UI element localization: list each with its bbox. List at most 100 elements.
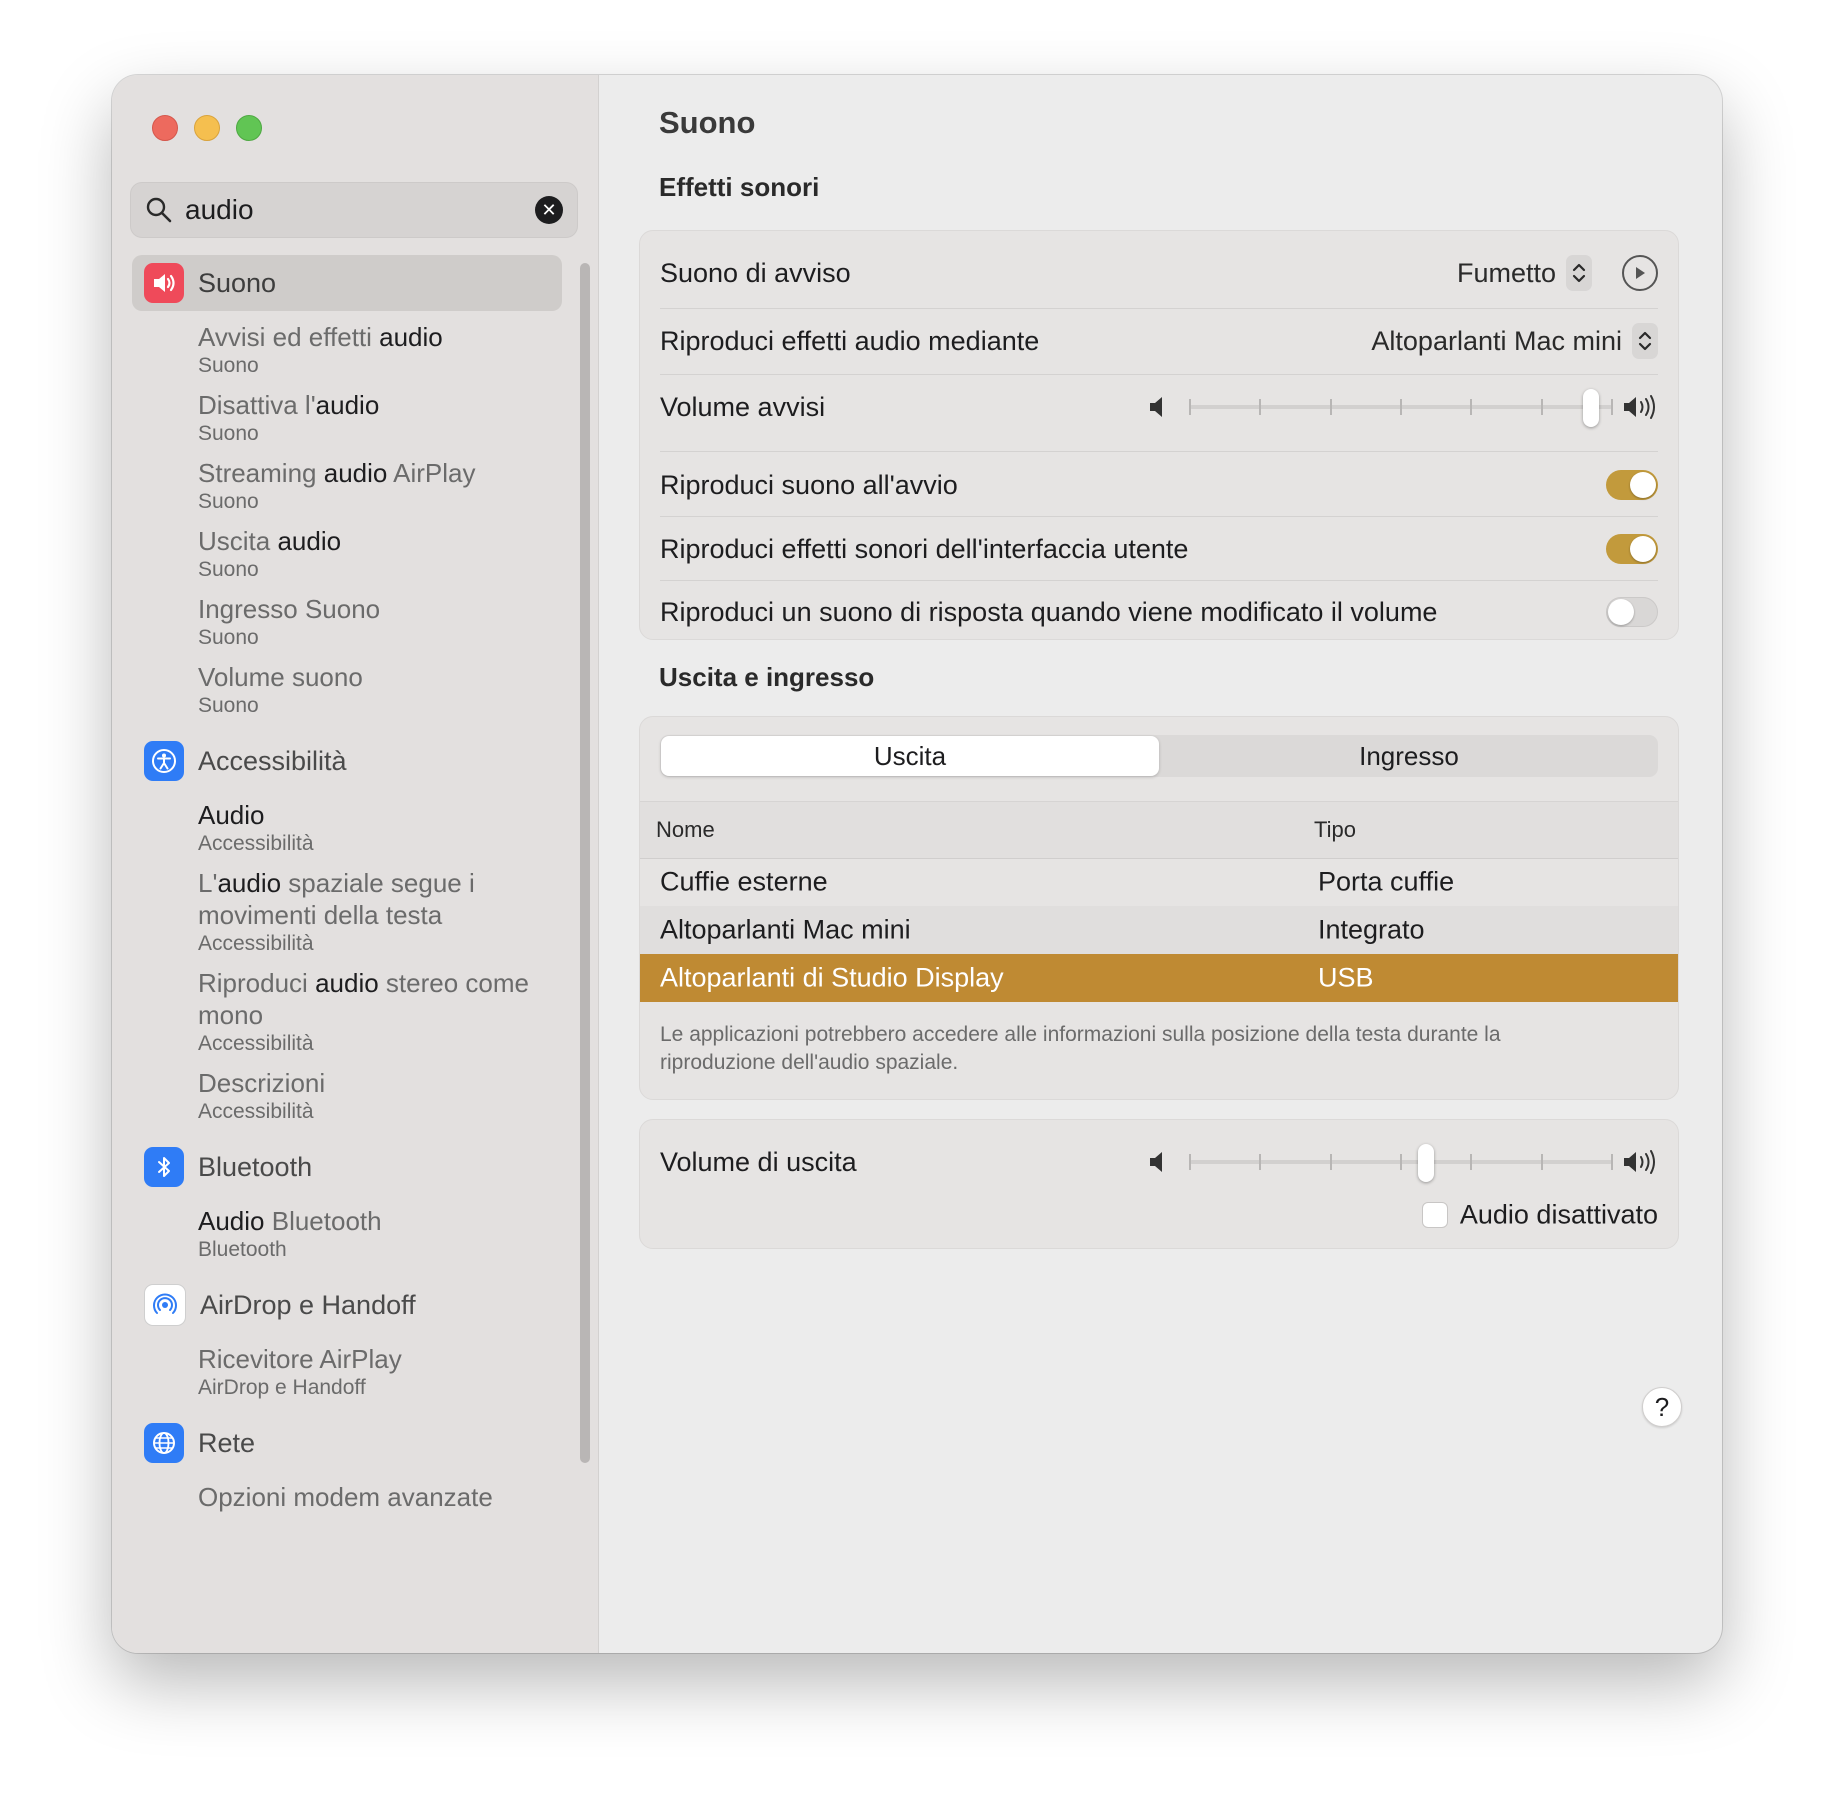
sidebar-group-label: Accessibilità bbox=[198, 745, 347, 776]
sidebar-group-airdrop-e-handoff[interactable]: AirDrop e Handoff bbox=[132, 1277, 562, 1333]
sidebar-result-item[interactable]: Descrizioni Accessibilità bbox=[132, 1067, 562, 1125]
device-name: Cuffie esterne bbox=[660, 866, 828, 897]
alert-sound-value: Fumetto bbox=[1456, 257, 1556, 288]
speaker-icon bbox=[144, 263, 184, 303]
airdrop-icon bbox=[144, 1284, 186, 1326]
sidebar-result-item[interactable]: L'audio spaziale segue i movimenti della… bbox=[132, 867, 562, 957]
startup-sound-row: Riproduci suono all'avvio bbox=[660, 463, 1658, 507]
ui-sounds-toggle[interactable] bbox=[1606, 534, 1658, 564]
divider bbox=[660, 580, 1658, 581]
sidebar-result-item[interactable]: Uscita audio Suono bbox=[132, 525, 562, 583]
bluetooth-icon bbox=[144, 1147, 184, 1187]
column-header-name[interactable]: Nome bbox=[656, 817, 715, 843]
divider bbox=[660, 451, 1658, 452]
clear-search-icon[interactable]: ✕ bbox=[535, 196, 563, 224]
ui-sounds-label: Riproduci effetti sonori dell'interfacci… bbox=[660, 533, 1189, 564]
tab-output[interactable]: Uscita bbox=[661, 736, 1159, 776]
result-subtitle: Suono bbox=[198, 558, 259, 581]
sidebar-result-item[interactable]: Disattiva l'audio Suono bbox=[132, 389, 562, 447]
sidebar-group-rete[interactable]: Rete bbox=[132, 1415, 562, 1471]
sidebar-group-label: AirDrop e Handoff bbox=[200, 1289, 416, 1320]
alert-volume-row: Volume avvisi bbox=[660, 379, 1658, 435]
output-volume-row: Volume di uscita bbox=[660, 1134, 1658, 1190]
mute-checkbox-wrap[interactable]: Audio disattivato bbox=[1421, 1198, 1658, 1230]
slider-thumb[interactable] bbox=[1582, 389, 1599, 427]
slider-tick bbox=[1259, 1154, 1262, 1170]
device-type: Integrato bbox=[1318, 914, 1425, 945]
result-subtitle: AirDrop e Handoff bbox=[198, 1376, 366, 1399]
slider-tick bbox=[1400, 1154, 1402, 1170]
output-volume-slider[interactable] bbox=[1148, 1142, 1658, 1182]
slider-tick bbox=[1611, 399, 1613, 415]
result-title: Audio Bluetooth bbox=[198, 1206, 382, 1236]
zoom-window-button[interactable] bbox=[236, 115, 262, 141]
result-title: Streaming audio AirPlay bbox=[198, 458, 476, 488]
search-results: Suono Avvisi ed effetti audio Suono Disatti… bbox=[132, 255, 562, 1513]
slider-tick bbox=[1540, 399, 1543, 415]
device-type: Porta cuffie bbox=[1318, 866, 1455, 897]
sidebar-result-item[interactable]: Audio Accessibilità bbox=[132, 799, 562, 857]
result-subtitle: Suono bbox=[198, 422, 259, 445]
volume-high-icon bbox=[1624, 1150, 1655, 1174]
sidebar-group-label: Bluetooth bbox=[198, 1151, 313, 1182]
table-row[interactable]: Cuffie esterne Porta cuffie bbox=[640, 858, 1678, 906]
alert-volume-slider[interactable] bbox=[1148, 387, 1658, 427]
tab-input[interactable]: Ingresso bbox=[1160, 735, 1658, 777]
device-name: Altoparlanti di Studio Display bbox=[660, 962, 1004, 993]
sidebar-scrollbar[interactable] bbox=[580, 263, 590, 1463]
result-subtitle: Accessibilità bbox=[198, 1100, 314, 1123]
play-alert-button[interactable] bbox=[1622, 255, 1658, 291]
sidebar-result-item[interactable]: Opzioni modem avanzate bbox=[132, 1481, 562, 1513]
sidebar-result-item[interactable]: Audio Bluetooth Bluetooth bbox=[132, 1205, 562, 1263]
sidebar-group-suono[interactable]: Suono bbox=[132, 255, 562, 311]
alert-sound-popup[interactable]: Fumetto bbox=[1457, 255, 1658, 291]
effects-section-title: Effetti sonori bbox=[659, 172, 820, 202]
search-icon bbox=[146, 197, 172, 223]
sidebar-result-item[interactable]: Riproduci audio stereo come mono Accessib… bbox=[132, 967, 562, 1057]
sidebar-result-item[interactable]: Avvisi ed effetti audio Suono bbox=[132, 321, 562, 379]
search-field[interactable]: ✕ bbox=[130, 182, 578, 238]
sidebar-group-accessibilit-[interactable]: Accessibilità bbox=[132, 733, 562, 789]
sidebar-group-label: Rete bbox=[198, 1427, 256, 1458]
result-subtitle: Suono bbox=[198, 354, 259, 377]
sidebar-result-item[interactable]: Ingresso Suono Suono bbox=[132, 593, 562, 651]
table-row[interactable]: Altoparlanti Mac mini Integrato bbox=[640, 906, 1678, 954]
mute-checkbox[interactable] bbox=[1421, 1201, 1448, 1228]
sidebar-result-item[interactable]: Streaming audio AirPlay Suono bbox=[132, 457, 562, 515]
search-input[interactable] bbox=[183, 193, 527, 227]
io-section-title: Uscita e ingresso bbox=[659, 662, 875, 692]
result-subtitle: Bluetooth bbox=[198, 1238, 287, 1261]
slider-tick bbox=[1189, 399, 1191, 415]
main-pane: Suono Effetti sonori Suono di avviso Fum… bbox=[599, 75, 1722, 1653]
slider-tick bbox=[1259, 399, 1262, 415]
result-subtitle: Accessibilità bbox=[198, 1032, 314, 1055]
minimize-window-button[interactable] bbox=[194, 115, 220, 141]
column-header-type[interactable]: Tipo bbox=[1314, 817, 1356, 843]
result-title: L'audio spaziale segue i movimenti della… bbox=[198, 868, 475, 930]
sidebar-result-item[interactable]: Ricevitore AirPlay AirDrop e Handoff bbox=[132, 1343, 562, 1401]
output-volume-label: Volume di uscita bbox=[660, 1146, 857, 1177]
volume-high-icon bbox=[1624, 395, 1655, 419]
sidebar-group-bluetooth[interactable]: Bluetooth bbox=[132, 1139, 562, 1195]
close-window-button[interactable] bbox=[152, 115, 178, 141]
help-button[interactable]: ? bbox=[1642, 1387, 1682, 1427]
chevron-updown-icon bbox=[1566, 255, 1592, 291]
play-effects-label: Riproduci effetti audio mediante bbox=[660, 325, 1040, 356]
sidebar: ✕ SuonoAvvisi ed effetti audioSuonoDisat… bbox=[112, 75, 599, 1653]
startup-sound-toggle[interactable] bbox=[1606, 470, 1658, 500]
slider-tick bbox=[1470, 1154, 1473, 1170]
result-title: Disattiva l'audio bbox=[198, 390, 380, 420]
result-title: Riproduci audio stereo come mono bbox=[198, 968, 529, 1030]
accessibility-icon bbox=[144, 741, 184, 781]
play-effects-value: Altoparlanti Mac mini bbox=[1371, 325, 1622, 356]
slider-thumb[interactable] bbox=[1418, 1144, 1435, 1182]
volume-feedback-toggle[interactable] bbox=[1606, 597, 1658, 627]
table-row-selected[interactable]: Altoparlanti di Studio Display USB bbox=[640, 954, 1678, 1002]
volume-feedback-label: Riproduci un suono di risposta quando vi… bbox=[660, 596, 1438, 627]
chevron-updown-icon bbox=[1632, 323, 1658, 359]
result-title: Ingresso Suono bbox=[198, 594, 381, 624]
divider bbox=[660, 308, 1658, 309]
play-effects-row: Riproduci effetti audio mediante Altopar… bbox=[660, 319, 1658, 363]
play-effects-popup[interactable]: Altoparlanti Mac mini bbox=[1371, 323, 1658, 359]
sidebar-result-item[interactable]: Volume suono Suono bbox=[132, 661, 562, 719]
